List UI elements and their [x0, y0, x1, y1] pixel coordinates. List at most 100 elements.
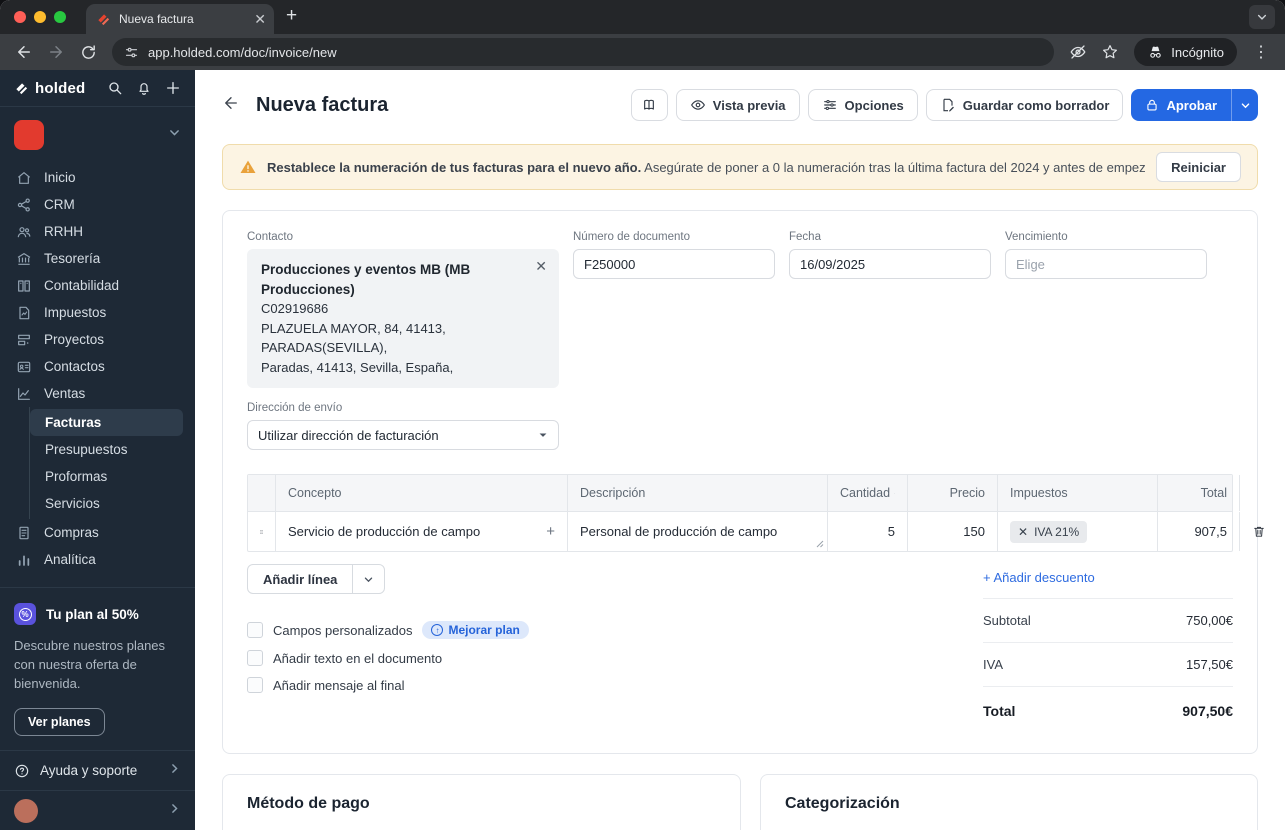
preview-button[interactable]: Vista previa [675, 89, 800, 121]
save-draft-button[interactable]: Guardar como borrador [925, 89, 1124, 121]
invoice-lines-table: Concepto Descripción Cantidad Precio Imp… [247, 474, 1264, 553]
holded-logo[interactable]: holded [14, 80, 85, 97]
sidebar-item-label: Ventas [44, 386, 86, 401]
numbering-warning-banner: Restablece la numeración de tus facturas… [222, 144, 1258, 190]
forward-nav-icon[interactable] [42, 38, 70, 66]
actions-column-header [1240, 475, 1264, 511]
company-logo [14, 120, 44, 150]
sidebar-item-contactos[interactable]: Contactos [8, 353, 187, 380]
sidebar-item-proformas[interactable]: Proformas [30, 463, 183, 490]
question-circle-icon [14, 763, 30, 779]
incognito-icon [1147, 44, 1164, 61]
minimize-window-button[interactable] [34, 11, 46, 23]
sidebar-item-label: CRM [44, 197, 75, 212]
notifications-bell-icon[interactable] [136, 80, 152, 96]
sidebar-item-proyectos[interactable]: Proyectos [8, 326, 187, 353]
browser-menu-kebab-icon[interactable]: ⋮ [1247, 38, 1275, 66]
tab-strip: Nueva factura ✕ + [0, 0, 1285, 34]
date-input[interactable]: 16/09/2025 [789, 249, 991, 279]
add-text-label: Añadir texto en el documento [273, 650, 443, 666]
description-cell[interactable]: Personal de producción de campo [568, 512, 828, 552]
sidebar-item-rrhh[interactable]: RRHH [8, 218, 187, 245]
add-line-menu-caret[interactable] [352, 565, 384, 594]
tab-overflow-button[interactable] [1249, 5, 1275, 29]
main-content: Nueva factura Vista previa Opciones Guar… [195, 70, 1285, 830]
chevron-down-icon [168, 126, 181, 144]
doc-number-input[interactable]: F250000 [573, 249, 775, 279]
reading-mode-eye-off-icon[interactable] [1064, 38, 1092, 66]
chevron-down-icon [365, 577, 373, 582]
quantity-column-header[interactable]: Cantidad [828, 475, 908, 512]
add-line-split-button: Añadir línea [247, 564, 386, 595]
sidebar-item-facturas[interactable]: Facturas [30, 409, 183, 436]
site-settings-icon[interactable] [124, 45, 139, 60]
add-concept-icon[interactable]: + [546, 523, 555, 540]
sidebar-item-compras[interactable]: Compras [8, 519, 187, 546]
price-column-header: Precio [908, 475, 998, 512]
ventas-submenu: Facturas Presupuestos Proformas Servicio… [29, 407, 187, 519]
tab-close-icon[interactable]: ✕ [254, 12, 266, 26]
add-message-label: Añadir mensaje al final [273, 677, 405, 693]
sidebar-item-impuestos[interactable]: Impuestos [8, 299, 187, 326]
back-nav-icon[interactable] [10, 38, 38, 66]
add-message-checkbox[interactable] [247, 677, 263, 694]
tax-chip[interactable]: ✕ IVA 21% [1010, 520, 1088, 543]
sidebar-item-tesoreria[interactable]: Tesorería [8, 245, 187, 272]
workspace-selector[interactable] [0, 107, 195, 160]
see-plans-button[interactable]: Ver planes [14, 708, 105, 736]
share-nodes-icon [16, 197, 32, 213]
reload-icon[interactable] [74, 38, 102, 66]
side-panel-button[interactable] [630, 89, 668, 121]
quantity-cell[interactable]: 5 [828, 512, 908, 552]
sidebar-item-ventas[interactable]: Ventas [8, 380, 187, 407]
user-profile-row[interactable] [0, 790, 195, 830]
remove-contact-icon[interactable]: ✕ [535, 259, 547, 273]
remove-tax-icon[interactable]: ✕ [1018, 525, 1028, 539]
sidebar-item-analitica[interactable]: Analítica [8, 546, 187, 573]
reset-numbering-button[interactable]: Reiniciar [1156, 152, 1241, 182]
custom-fields-checkbox[interactable] [247, 622, 263, 639]
add-line-button[interactable]: Añadir línea [248, 565, 352, 593]
sidebar-item-crm[interactable]: CRM [8, 191, 187, 218]
help-support-row[interactable]: Ayuda y soporte [0, 750, 195, 790]
sidebar-item-label: Inicio [44, 170, 76, 185]
zoom-window-button[interactable] [54, 11, 66, 23]
due-date-input[interactable]: Elige [1005, 249, 1207, 279]
browser-tab[interactable]: Nueva factura ✕ [86, 4, 274, 34]
banner-strong-text: Restablece la numeración de tus facturas… [267, 159, 642, 175]
drag-column-header [248, 475, 276, 512]
create-plus-icon[interactable] [165, 80, 181, 96]
resize-handle-icon[interactable] [816, 540, 824, 548]
sidebar-item-contabilidad[interactable]: Contabilidad [8, 272, 187, 299]
approve-menu-caret[interactable] [1231, 89, 1258, 121]
table-row: Servicio de producción de campo + Persona… [248, 511, 1264, 552]
drag-handle-icon[interactable] [248, 512, 276, 552]
bank-icon [16, 251, 32, 267]
back-arrow-icon[interactable] [222, 94, 240, 117]
options-button[interactable]: Opciones [807, 89, 918, 121]
add-text-checkbox[interactable] [247, 650, 263, 667]
bookmark-star-icon[interactable] [1096, 38, 1124, 66]
incognito-badge: Incógnito [1134, 38, 1237, 66]
add-discount-link[interactable]: + Añadir descuento [983, 564, 1233, 600]
close-window-button[interactable] [14, 11, 26, 23]
taxes-cell[interactable]: ✕ IVA 21% [998, 512, 1158, 552]
concept-cell[interactable]: Servicio de producción de campo + [276, 512, 568, 552]
price-cell[interactable]: 150 [908, 512, 998, 552]
sliders-icon [823, 100, 836, 110]
sidebar-item-inicio[interactable]: Inicio [8, 164, 187, 191]
home-icon [16, 170, 32, 186]
sidebar-item-servicios[interactable]: Servicios [30, 490, 183, 517]
sidebar-item-presupuestos[interactable]: Presupuestos [30, 436, 183, 463]
address-bar[interactable]: app.holded.com/doc/invoice/new [112, 38, 1055, 66]
delete-line-trash-icon[interactable] [1240, 512, 1278, 551]
search-icon[interactable] [107, 80, 123, 96]
chevron-right-icon [168, 762, 181, 780]
shipping-address-select[interactable]: Utilizar dirección de facturación [247, 420, 559, 451]
new-tab-button[interactable]: + [286, 6, 297, 25]
taxes-column-header: Impuestos [998, 475, 1158, 512]
payment-method-card: Método de pago Selecciona una forma de p… [222, 774, 741, 830]
upgrade-plan-badge[interactable]: ↑ Mejorar plan [422, 621, 529, 640]
approve-button[interactable]: Aprobar [1131, 89, 1231, 121]
sidebar-item-label: Impuestos [44, 305, 107, 320]
